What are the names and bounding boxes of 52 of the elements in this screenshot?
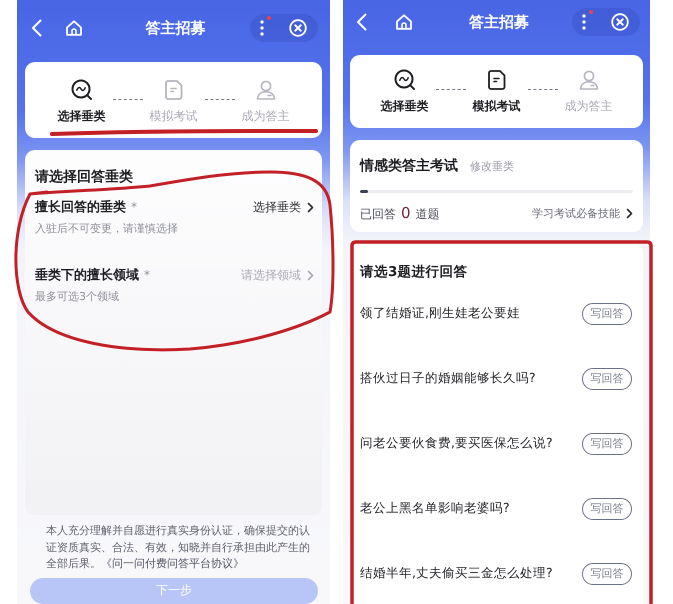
- step-connector: [436, 89, 466, 90]
- home-icon[interactable]: [65, 19, 83, 37]
- question-text: 搭伙过日子的婚姻能够长久吗?: [360, 370, 536, 387]
- agreement-text: 本人充分理解并自愿进行真实身份认证，确保提交的认证资质真实、合法、有效，知晓并自行承担由此产生的全部后果。《问一问付费问答平台协议》: [46, 523, 311, 572]
- step-connector: [204, 99, 234, 100]
- more-icon[interactable]: [260, 20, 264, 36]
- agreement-link[interactable]: 《问一问付费问答平台协议》: [101, 557, 244, 570]
- more-icon[interactable]: [582, 14, 586, 30]
- write-answer-button[interactable]: 写回答: [582, 432, 632, 454]
- field-label: 擅长回答的垂类 *: [35, 198, 137, 216]
- answered-label: 已回答: [360, 206, 396, 222]
- chat-bubble-icon: [70, 78, 94, 102]
- write-answer-button[interactable]: 写回答: [582, 562, 632, 584]
- write-answer-button[interactable]: 写回答: [582, 368, 632, 390]
- chat-bubble-icon: [392, 68, 416, 92]
- step-label: 模拟考试: [150, 108, 198, 124]
- close-icon[interactable]: [611, 13, 629, 31]
- person-icon: [576, 68, 600, 92]
- answered-unit: 道题: [416, 206, 440, 222]
- field-label: 垂类下的擅长领域 *: [35, 266, 150, 284]
- step-label: 成为答主: [564, 98, 612, 114]
- form-title: 请选择回答垂类: [35, 168, 133, 186]
- question-text: 领了结婚证,刚生娃老公要娃: [360, 305, 520, 322]
- skills-link[interactable]: 学习考试必备技能: [532, 206, 633, 220]
- step-label: 模拟考试: [472, 98, 520, 114]
- write-answer-button[interactable]: 写回答: [582, 302, 632, 324]
- questions-title: 请选3题进行回答: [360, 263, 468, 281]
- field-hint: 入驻后不可变更，请谨慎选择: [35, 221, 178, 237]
- step-connector: [528, 89, 558, 90]
- write-answer-button[interactable]: 写回答: [582, 498, 632, 520]
- back-icon[interactable]: [31, 19, 42, 37]
- question-text: 老公上黑名单影响老婆吗?: [360, 500, 510, 517]
- close-icon[interactable]: [289, 19, 307, 37]
- chevron-icon: [307, 202, 314, 212]
- chevron-icon: [307, 270, 314, 280]
- select-button[interactable]: 选择垂类: [253, 199, 314, 215]
- page-title: 答主招募: [144, 18, 206, 38]
- answered-count: 0: [401, 204, 411, 222]
- change-category-link[interactable]: 修改垂类: [470, 159, 514, 174]
- question-text: 结婚半年,丈夫偷买三金怎么处理?: [360, 565, 553, 582]
- step-connector: [112, 99, 142, 100]
- chevron-icon: [626, 208, 633, 218]
- exam-title: 情感类答主考试: [360, 157, 458, 175]
- step-label: 选择垂类: [380, 98, 428, 114]
- question-text: 问老公要伙食费,要买医保怎么说?: [360, 435, 553, 452]
- step-label: 成为答主: [242, 108, 290, 124]
- back-icon[interactable]: [356, 13, 367, 31]
- page-title: 答主招募: [468, 12, 530, 32]
- person-icon: [254, 78, 278, 102]
- field-hint: 最多可选3个领域: [35, 289, 119, 305]
- home-icon[interactable]: [395, 13, 413, 31]
- step-label: 选择垂类: [58, 108, 106, 124]
